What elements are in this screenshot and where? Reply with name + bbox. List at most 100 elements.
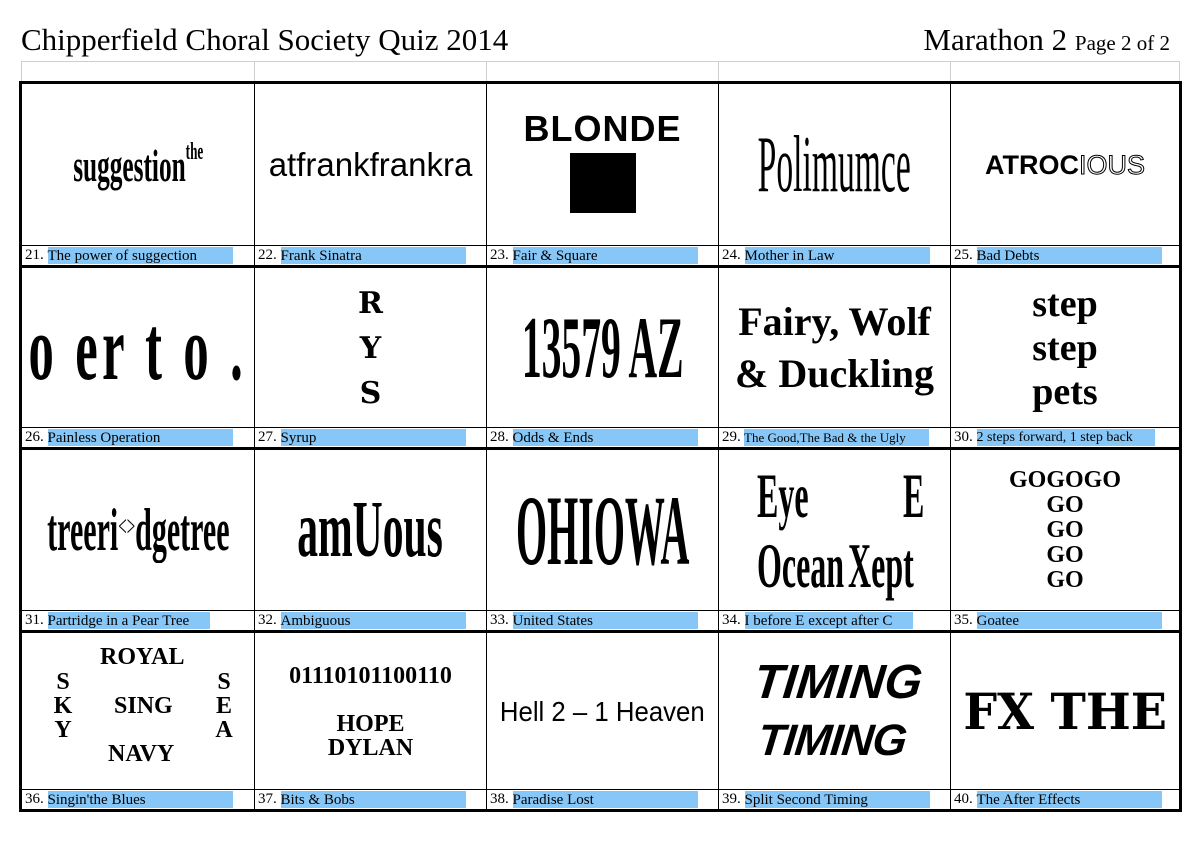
- clue-36-left-letter: S: [56, 668, 70, 695]
- answer-number: 34.: [722, 612, 741, 628]
- clue-35-line: GO: [1046, 567, 1084, 593]
- clue-34-eye: Eye: [756, 459, 809, 531]
- puzzle-cell-35: GOGOGO GO GO GO GO 35. Goatee: [951, 450, 1179, 630]
- puzzle-row: treeri<>dgetree 31. Partridge in a Pear …: [22, 447, 1179, 630]
- puzzle-grid: suggestionthe 21. The power of suggectio…: [19, 81, 1182, 812]
- clue-28: 13579 AZ: [487, 268, 718, 428]
- clue-30-line: pets: [1032, 371, 1098, 413]
- puzzle-cell-33: OHIOWA 33. United States: [487, 450, 718, 630]
- clue-37-binary: 01110101100110: [289, 663, 452, 689]
- puzzle-cell-32: amUous 32. Ambiguous: [255, 450, 486, 630]
- clue-38-text: Hell 2 – 1 Heaven: [500, 695, 705, 727]
- answer-text: Ambiguous: [280, 612, 466, 629]
- clue-36-right-letter: S: [217, 668, 231, 695]
- clue-36-left-letter: Y: [54, 716, 72, 743]
- header-divider: [718, 62, 719, 82]
- clue-32: amUous: [255, 450, 486, 611]
- clue-37-name: HOPE: [336, 711, 405, 737]
- clue-22: atfrankfrankra: [255, 84, 486, 246]
- answer-29: 29. The Good,The Bad & the Ugly: [719, 427, 950, 447]
- clue-35-line: GO: [1046, 492, 1084, 518]
- clue-36-content: ROYAL SING NAVY S K Y S E A: [28, 642, 248, 782]
- answer-number: 23.: [490, 247, 509, 263]
- clue-37: 01110101100110 HOPE DYLAN: [255, 633, 486, 790]
- clue-31-arrows: <>: [117, 510, 135, 543]
- clue-27-line: R: [358, 285, 383, 321]
- answer-number: 32.: [258, 612, 277, 628]
- answer-text: United States: [512, 612, 698, 629]
- answer-21: 21. The power of suggection: [22, 245, 254, 265]
- clue-29-line: Fairy, Wolf: [738, 299, 931, 344]
- answer-38: 38. Paradise Lost: [487, 789, 718, 809]
- puzzle-cell-29: Fairy, Wolf & Duckling 29. The Good,The …: [719, 268, 950, 447]
- answer-text: Paradise Lost: [512, 791, 698, 808]
- clue-21-sup: the: [185, 138, 204, 165]
- clue-23-text: BLONDE: [523, 108, 682, 149]
- answer-number: 26.: [25, 429, 44, 445]
- header-divider: [254, 62, 255, 82]
- puzzle-cell-30: step step pets 30. 2 steps forward, 1 st…: [951, 268, 1179, 447]
- quiz-title: Chipperfield Choral Society Quiz 2014: [21, 22, 509, 57]
- clue-31: treeri<>dgetree: [22, 450, 254, 611]
- answer-text: I before E except after C: [744, 612, 913, 629]
- clue-23-content: BLONDE: [524, 109, 682, 213]
- answer-40: 40. The After Effects: [951, 789, 1179, 809]
- clue-39: TIMING TIMING: [719, 633, 950, 790]
- puzzle-cell-27: R Y S 27. Syrup: [255, 268, 486, 447]
- answer-36: 36. Singin'the Blues: [22, 789, 254, 809]
- clue-33: OHIOWA: [487, 450, 718, 611]
- clue-26: o er t o .: [22, 268, 254, 428]
- clue-29-line: & Duckling: [735, 351, 934, 396]
- clue-22-text: atfrankfrankra: [268, 146, 473, 183]
- clue-37-name: DYLAN: [327, 735, 414, 761]
- answer-number: 24.: [722, 247, 741, 263]
- answer-text: The After Effects: [976, 791, 1162, 808]
- clue-36-left-letter: K: [53, 692, 73, 719]
- answer-text: Frank Sinatra: [280, 247, 466, 264]
- clue-34-xept: Xept: [847, 529, 914, 601]
- answer-number: 25.: [954, 247, 973, 263]
- answer-33: 33. United States: [487, 610, 718, 630]
- clue-23: BLONDE: [487, 84, 718, 246]
- clue-38: Hell 2 – 1 Heaven: [487, 633, 718, 790]
- clue-25: ATROCIOUS: [951, 84, 1179, 246]
- puzzle-row: suggestionthe 21. The power of suggectio…: [22, 84, 1179, 265]
- answer-text: Split Second Timing: [744, 791, 930, 808]
- clue-39-content: TIMING TIMING: [744, 654, 925, 770]
- answer-text: 2 steps forward, 1 step back: [976, 429, 1155, 446]
- answer-32: 32. Ambiguous: [255, 610, 486, 630]
- header-divider: [950, 62, 951, 82]
- clue-31-after: dgetree: [134, 497, 230, 563]
- round-name: Marathon 2: [923, 22, 1068, 57]
- black-square-shape: [569, 153, 636, 213]
- puzzle-cell-21: suggestionthe 21. The power of suggectio…: [22, 84, 254, 265]
- answer-34: 34. I before E except after C: [719, 610, 950, 630]
- clue-29-content: Fairy, Wolf & Duckling: [735, 296, 934, 400]
- clue-39-line: TIMING: [754, 715, 909, 765]
- clue-25-text: ATROCIOUS: [985, 149, 1146, 181]
- clue-34: Eye E Ocean Xept: [719, 450, 950, 611]
- answer-23: 23. Fair & Square: [487, 245, 718, 265]
- answer-number: 40.: [954, 791, 973, 807]
- answer-number: 33.: [490, 612, 509, 628]
- clue-35-line: GO: [1046, 517, 1084, 543]
- answer-number: 36.: [25, 791, 44, 807]
- clue-36-right-letter: E: [215, 692, 232, 719]
- clue-40: FX THE: [951, 633, 1179, 790]
- answer-number: 21.: [25, 247, 44, 263]
- clue-27-content: R Y S: [358, 281, 383, 416]
- clue-36: ROYAL SING NAVY S K Y S E A: [22, 633, 254, 790]
- puzzle-cell-24: Polimumce 24. Mother in Law: [719, 84, 950, 265]
- clue-35-line: GOGOGO: [1008, 467, 1121, 493]
- answer-text: Bits & Bobs: [280, 791, 466, 808]
- puzzle-cell-22: atfrankfrankra 22. Frank Sinatra: [255, 84, 486, 265]
- clue-27-line: S: [359, 375, 382, 411]
- puzzle-cell-36: ROYAL SING NAVY S K Y S E A 36. Singin't…: [22, 633, 254, 809]
- answer-37: 37. Bits & Bobs: [255, 789, 486, 809]
- puzzle-cell-40: FX THE 40. The After Effects: [951, 633, 1179, 809]
- answer-39: 39. Split Second Timing: [719, 789, 950, 809]
- clue-35: GOGOGO GO GO GO GO: [951, 450, 1179, 611]
- clue-39-line: TIMING: [750, 655, 925, 709]
- clue-30-content: step step pets: [1032, 282, 1097, 414]
- page-number: Page 2 of 2: [1074, 31, 1170, 55]
